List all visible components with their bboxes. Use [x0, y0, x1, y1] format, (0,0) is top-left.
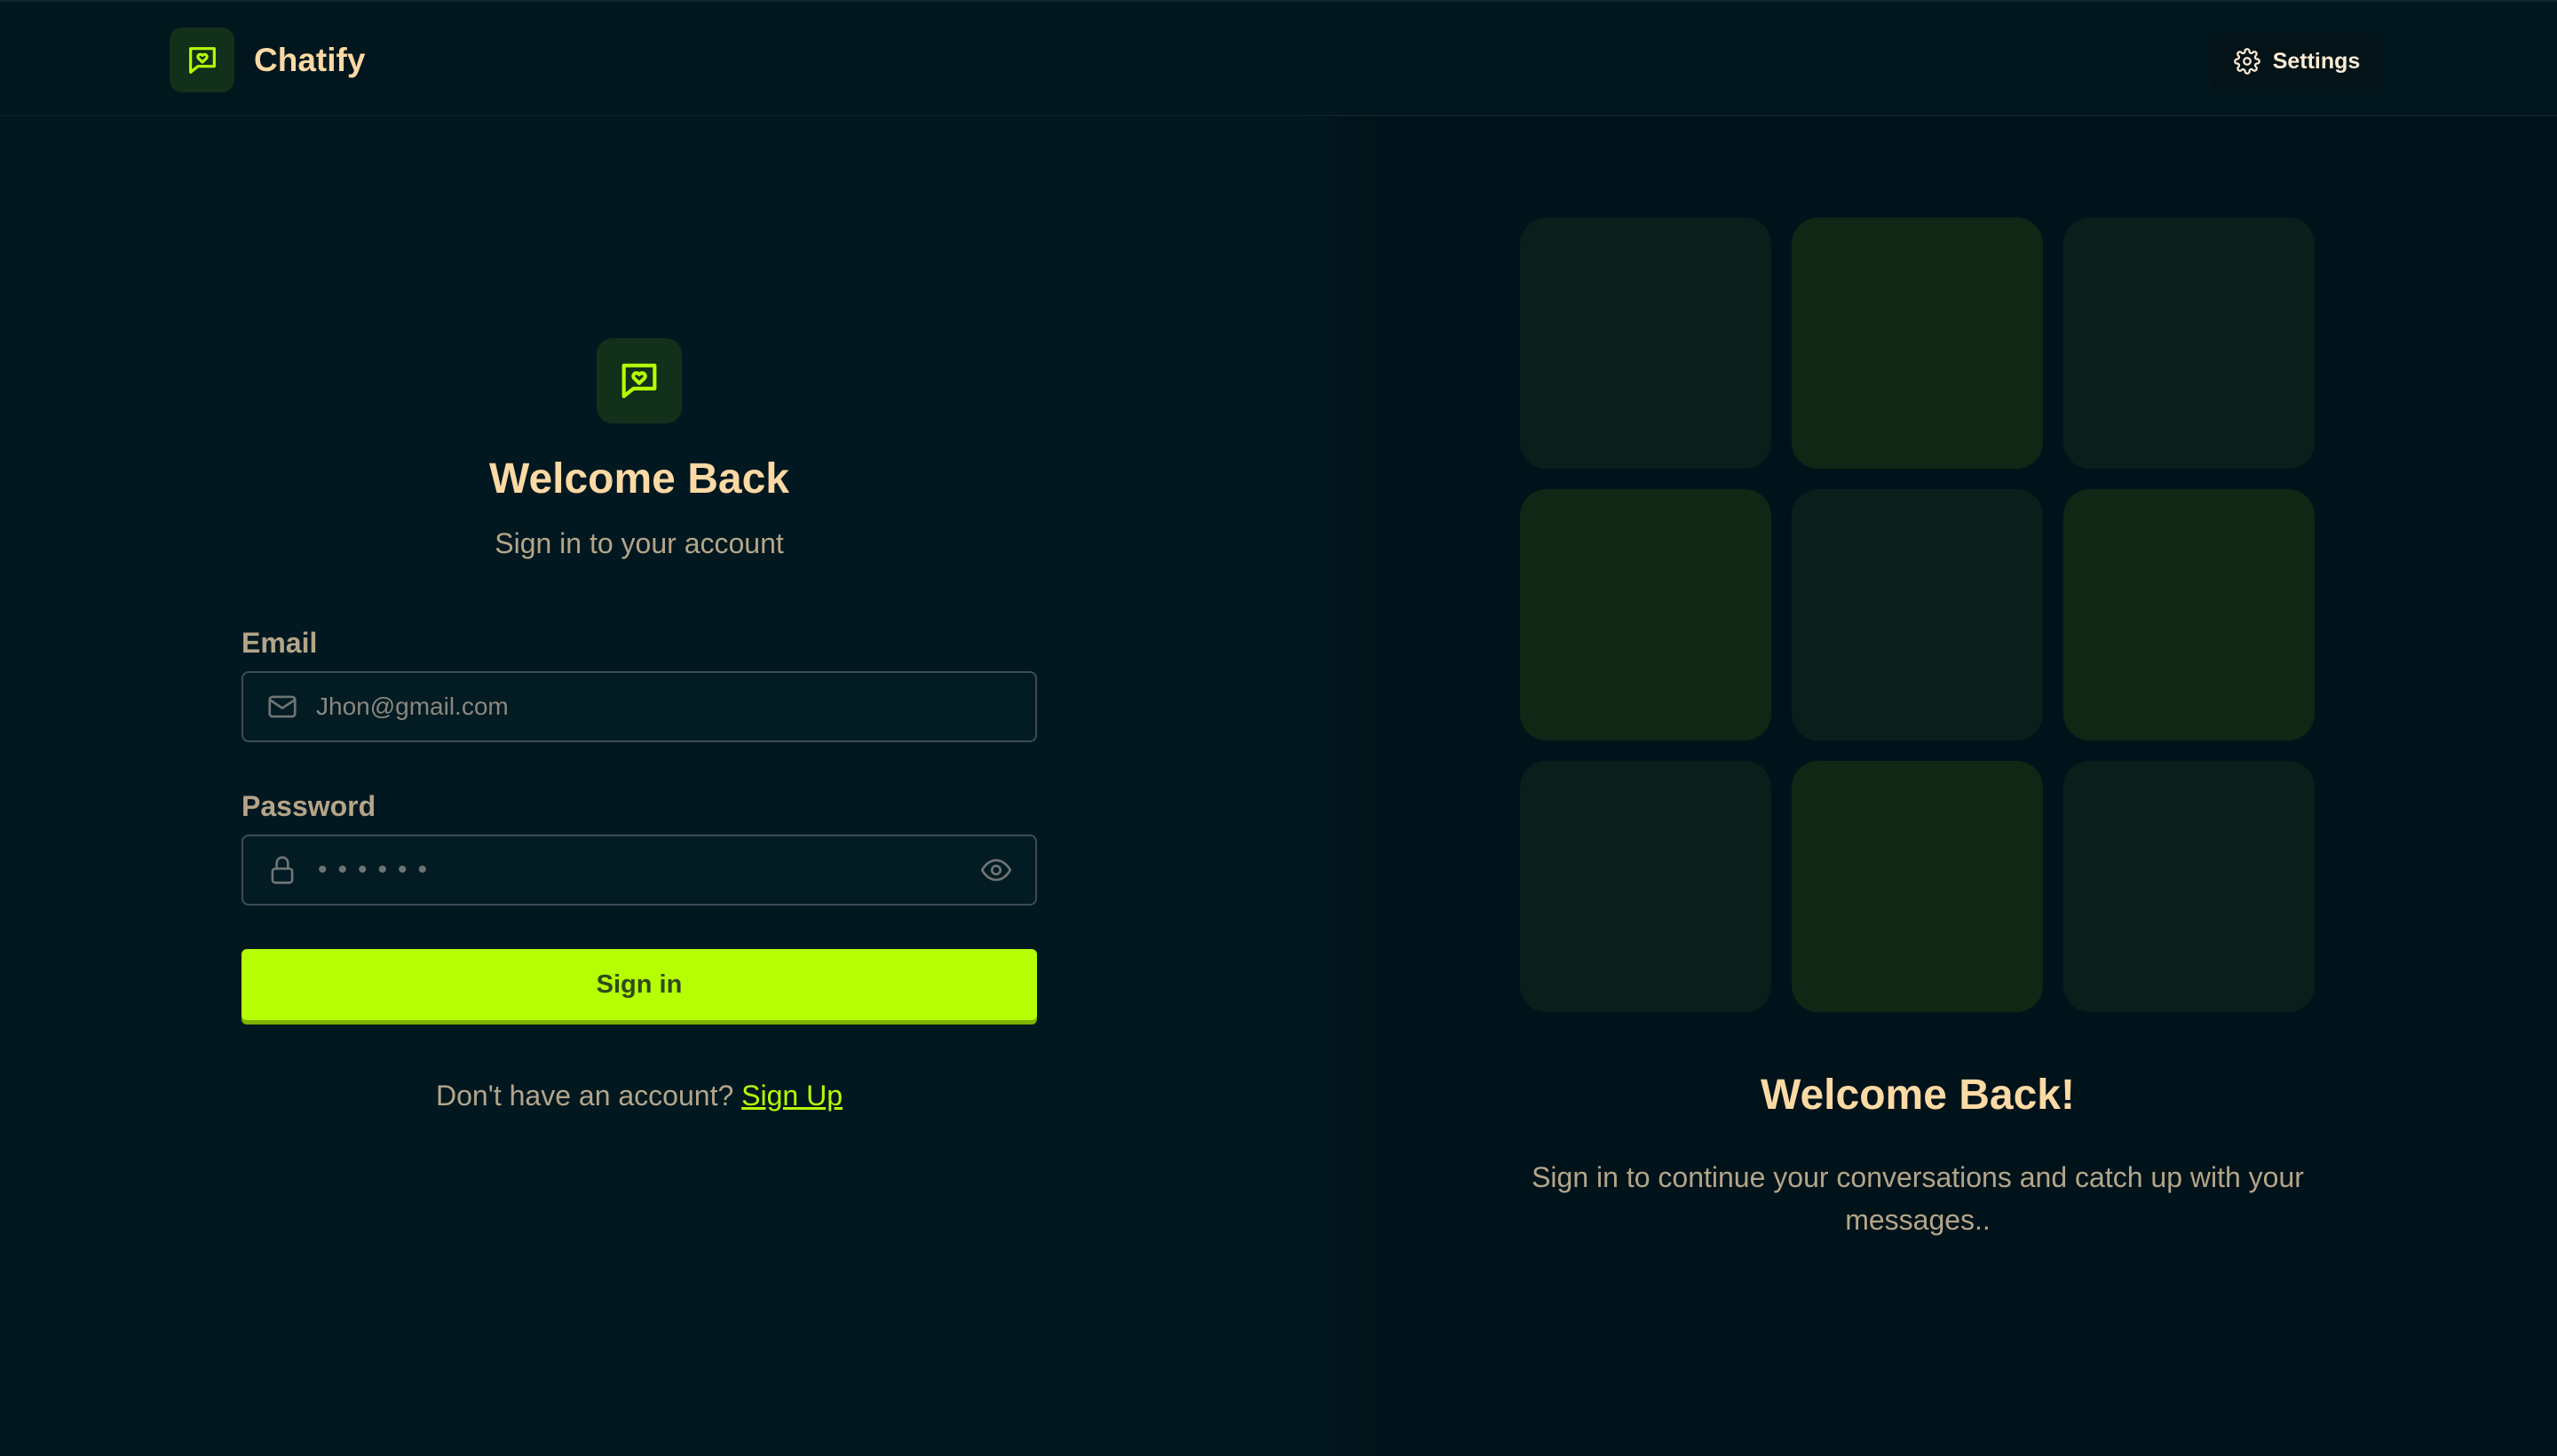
- top-navbar: Chatify Settings: [0, 0, 2557, 116]
- mail-icon: [265, 689, 300, 724]
- message-heart-icon: [170, 28, 234, 92]
- email-field[interactable]: [241, 671, 1037, 742]
- password-input[interactable]: ••••••: [300, 855, 977, 885]
- sign-up-link[interactable]: Sign Up: [741, 1080, 843, 1112]
- app-name: Chatify: [254, 41, 366, 78]
- eye-icon[interactable]: [977, 851, 1016, 890]
- settings-button[interactable]: Settings: [2210, 34, 2384, 89]
- login-title: Welcome Back: [489, 455, 789, 502]
- grid-tile: [2063, 761, 2315, 1012]
- promo-text: Sign in to continue your conversations a…: [1532, 1161, 2304, 1236]
- email-label: Email: [241, 627, 318, 659]
- grid-tile: [2063, 218, 2315, 469]
- signup-prompt: Don't have an account?: [436, 1080, 734, 1112]
- grid-tile: [1792, 489, 2043, 740]
- grid-tile: [1520, 218, 1771, 469]
- grid-tile: [2063, 489, 2315, 740]
- gear-icon: [2233, 48, 2260, 75]
- grid-tile: [1792, 218, 2043, 469]
- lock-icon: [265, 852, 300, 888]
- brand[interactable]: Chatify: [170, 28, 365, 92]
- message-heart-icon: [597, 338, 682, 423]
- settings-label: Settings: [2272, 48, 2361, 74]
- login-subtitle: Sign in to your account: [495, 527, 784, 559]
- grid-tile: [1520, 761, 1771, 1012]
- password-label: Password: [241, 790, 376, 822]
- email-input[interactable]: [300, 673, 1035, 740]
- sign-in-button[interactable]: Sign in: [241, 949, 1037, 1020]
- promo-title: Welcome Back!: [1761, 1072, 2075, 1119]
- grid-tile: [1520, 489, 1771, 740]
- login-panel: [0, 116, 1278, 1456]
- grid-tile: [1792, 761, 2043, 1012]
- password-field[interactable]: ••••••: [241, 835, 1037, 906]
- signup-prompt-row: Don't have an account? Sign Up: [0, 1080, 1278, 1112]
